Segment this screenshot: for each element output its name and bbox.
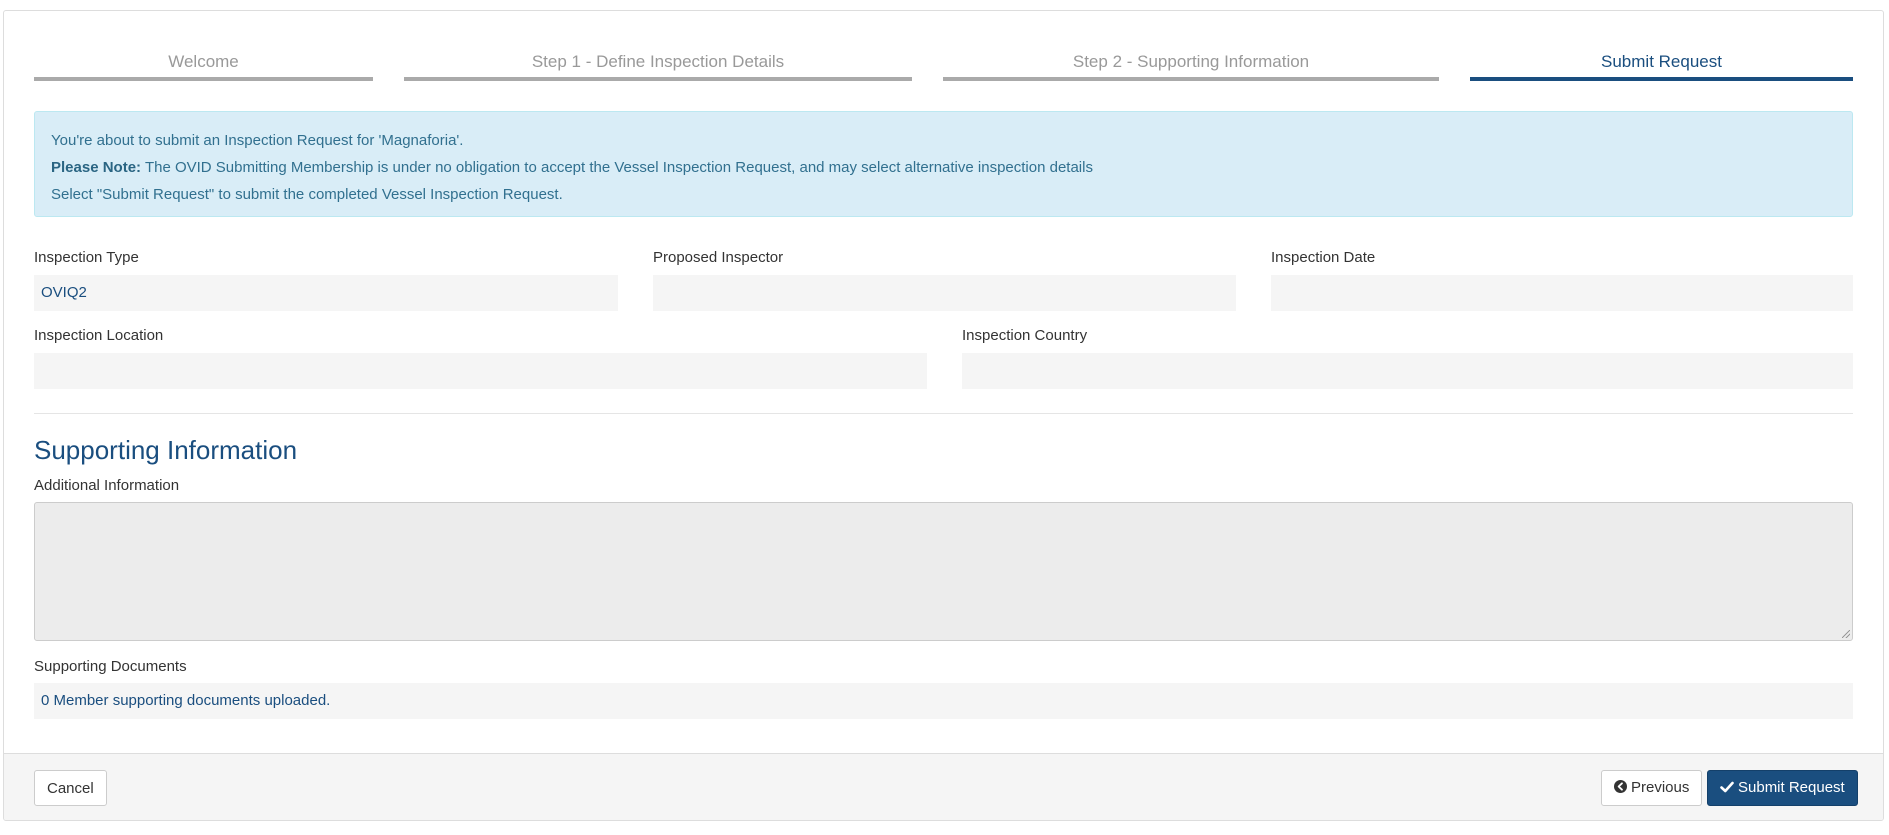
wizard-steps: Welcome Step 1 - Define Inspection Detai… — [34, 11, 1853, 91]
inspection-type-label: Inspection Type — [34, 249, 139, 266]
wizard-card: Welcome Step 1 - Define Inspection Detai… — [3, 10, 1884, 821]
additional-information-label: Additional Information — [34, 477, 180, 494]
resize-handle-icon — [1842, 630, 1850, 638]
check-icon — [1720, 780, 1734, 797]
step-supporting-information[interactable]: Step 2 - Supporting Information — [943, 31, 1439, 81]
proposed-inspector-label: Proposed Inspector — [653, 249, 784, 266]
step-label: Welcome — [168, 52, 239, 71]
previous-button-label: Previous — [1631, 779, 1690, 797]
inspection-type-field: OVIQ2 — [34, 275, 618, 311]
chevron-circle-left-icon — [1614, 779, 1627, 797]
supporting-documents-field: 0 Member supporting documents uploaded. — [34, 683, 1853, 719]
inspection-location-label: Inspection Location — [34, 327, 164, 344]
inspection-location-field — [34, 353, 927, 389]
wizard-content: Welcome Step 1 - Define Inspection Detai… — [34, 11, 1853, 719]
submit-request-button[interactable]: Submit Request — [1707, 770, 1858, 806]
alert-note-text: The OVID Submitting Membership is under … — [141, 159, 1093, 176]
supporting-information-heading: Supporting Information — [34, 435, 298, 465]
inspection-country-label: Inspection Country — [962, 327, 1088, 344]
wizard-footer: Cancel Previous Submit Request — [4, 753, 1883, 820]
supporting-documents-label: Supporting Documents — [34, 658, 187, 675]
inspection-date-label: Inspection Date — [1271, 249, 1376, 266]
info-alert: You're about to submit an Inspection Req… — [34, 111, 1853, 217]
alert-line-instruction: Select "Submit Request" to submit the co… — [51, 186, 563, 203]
inspection-country-field — [962, 353, 1853, 389]
alert-line-vessel: You're about to submit an Inspection Req… — [51, 132, 464, 149]
alert-line-note: Please Note: The OVID Submitting Members… — [51, 154, 1836, 181]
previous-button[interactable]: Previous — [1601, 770, 1703, 806]
step-welcome[interactable]: Welcome — [34, 31, 373, 81]
step-label: Step 1 - Define Inspection Details — [531, 52, 785, 71]
additional-information-textarea — [34, 502, 1853, 641]
proposed-inspector-field — [653, 275, 1236, 311]
step-label: Submit Request — [1601, 52, 1722, 71]
section-divider — [34, 413, 1853, 414]
cancel-button[interactable]: Cancel — [34, 770, 107, 806]
inspection-date-field — [1271, 275, 1853, 311]
step-submit-request[interactable]: Submit Request — [1470, 31, 1853, 81]
step-define-inspection-details[interactable]: Step 1 - Define Inspection Details — [404, 31, 912, 81]
alert-note-label: Please Note: — [51, 159, 142, 176]
step-label: Step 2 - Supporting Information — [1072, 52, 1310, 71]
submit-request-button-label: Submit Request — [1738, 779, 1845, 797]
